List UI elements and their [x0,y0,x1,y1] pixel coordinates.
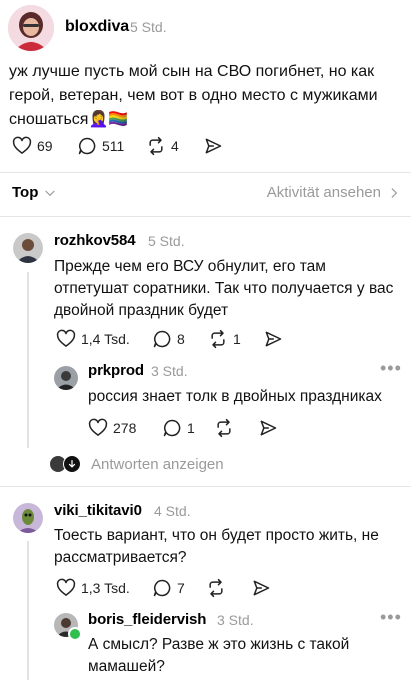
avatar-image [54,366,78,390]
comment-time: 4 Std. [154,503,191,519]
repost-icon [209,578,223,598]
send-icon [260,420,277,436]
comment-icon [153,579,171,597]
like-count: 69 [37,138,53,154]
avatar-image [8,5,54,51]
comment-time: 3 Std. [217,612,254,628]
divider [0,486,411,487]
comment-time: 3 Std. [151,363,188,379]
reply-count: 511 [102,138,125,154]
more-icon[interactable]: ••• [380,358,402,379]
reply-button[interactable]: 8 [152,329,185,349]
reply-count: 1 [187,420,195,436]
chevron-right-icon [391,187,398,198]
heart-icon [12,136,32,154]
sort-dropdown[interactable]: Top [12,184,57,201]
divider [0,216,411,217]
like-button[interactable]: 69 [12,136,53,156]
comment-icon [153,330,171,348]
activity-link[interactable]: Aktivität ansehen [267,184,401,201]
more-icon[interactable]: ••• [380,607,402,628]
repost-icon [217,418,231,438]
heart-icon [56,329,76,347]
comment-text: А смысл? Разве ж это жизнь с такой мамаш… [88,636,350,675]
repost-icon [211,329,225,349]
send-icon [265,331,282,347]
avatar-viki-tikitavi0[interactable] [13,503,43,533]
repost-button[interactable] [214,418,234,438]
avatar-image [13,233,43,263]
like-button[interactable]: 1,3 Tsd. [56,578,130,598]
like-button[interactable]: 278 [88,418,136,438]
comment-username[interactable]: prkprod [88,362,144,379]
post-text: уж лучше пусть мой сын на СВО погибнет, … [9,63,378,128]
comment-icon [163,419,181,437]
like-button[interactable]: 1,4 Tsd. [56,329,130,349]
send-icon [253,580,270,596]
comment-text: россия знает толк в двойных праздниках [88,388,382,405]
share-button[interactable] [251,578,271,598]
comment-text: Тоесть вариант, что он будет просто жить… [54,527,379,566]
comment-username[interactable]: rozhkov584 [54,232,136,249]
like-count: 1,3 Tsd. [81,580,130,596]
repost-button[interactable]: 1 [208,329,241,349]
reply-count: 7 [177,580,185,596]
comment-icon [78,137,96,155]
chevron-down-icon [45,190,56,196]
divider [0,172,411,173]
share-button[interactable] [258,418,278,438]
reply-button[interactable]: 511 [77,136,124,156]
heart-icon [88,418,108,436]
avatar-rozhkov584[interactable] [13,233,43,263]
reply-count: 8 [177,331,185,347]
like-count: 278 [113,420,137,436]
reply-button[interactable]: 1 [162,418,195,438]
reply-button[interactable]: 7 [152,578,185,598]
comment-text: Прежде чем его ВСУ обнулит, его там отпе… [54,258,394,319]
online-status-dot [68,627,82,641]
show-replies-button[interactable]: Antworten anzeigen [50,455,224,473]
post-username[interactable]: bloxdiva [65,18,129,36]
comment-time: 5 Std. [148,233,185,249]
heart-icon [56,578,76,596]
repost-button[interactable]: 4 [146,136,179,156]
arrow-down-icon [63,455,81,473]
comment-username[interactable]: boris_fleidervish [88,611,206,628]
repost-count: 1 [233,331,241,347]
thread-line [27,272,29,448]
repost-icon [149,136,163,156]
like-count: 1,4 Tsd. [81,331,130,347]
sort-label: Top [12,184,39,201]
share-button[interactable] [263,329,283,349]
thread-line [27,541,29,680]
repost-button[interactable] [206,578,226,598]
share-button[interactable] [203,136,223,156]
avatar-bloxdiva[interactable] [8,5,54,51]
show-replies-label: Antworten anzeigen [91,455,224,473]
comment-username[interactable]: viki_tikitavi0 [54,502,142,519]
activity-link-label: Aktivität ansehen [266,184,381,201]
send-icon [205,138,222,154]
avatar-prkprod[interactable] [54,366,78,390]
avatar-image [13,503,43,533]
repost-count: 4 [171,138,179,154]
post-time: 5 Std. [130,19,167,35]
